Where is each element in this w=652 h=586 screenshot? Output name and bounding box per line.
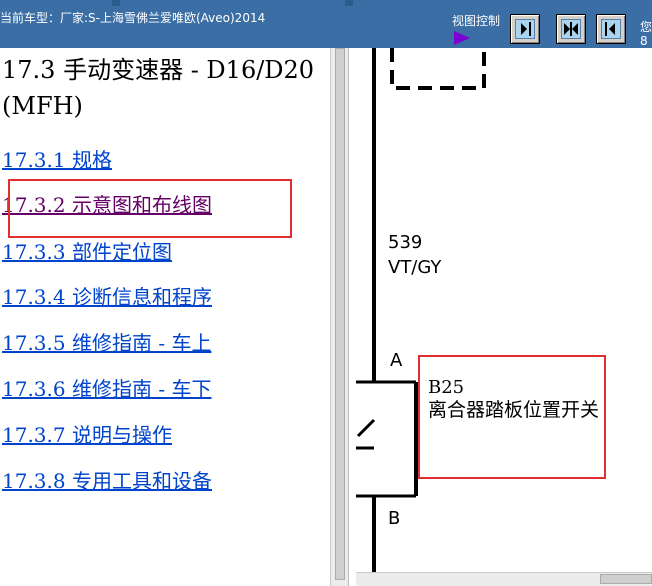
tab-edge <box>112 0 120 6</box>
current-car-model: 当前车型：厂家:S-上海雪佛兰爱唯欧(Aveo)2014 <box>0 11 266 25</box>
edge-glyph-2: 8 <box>640 34 648 48</box>
toc-link-description-operation[interactable]: 17.3.7 说明与操作 <box>2 419 172 448</box>
toc-link-repair-off-vehicle[interactable]: 17.3.6 维修指南 - 车下 <box>2 373 211 402</box>
diagram-scroll-thumb[interactable] <box>600 574 652 584</box>
switch-contact <box>356 418 376 438</box>
toc-link-repair-on-vehicle[interactable]: 17.3.5 维修指南 - 车上 <box>2 327 211 356</box>
chapter-title: 17.3 手动变速器 - D16/D20 (MFH) <box>2 56 315 120</box>
view-control-label: 视图控制 <box>452 14 501 28</box>
edge-text: 您 8 <box>640 20 652 48</box>
dock-left-glyph <box>605 22 615 36</box>
pane-splitter[interactable] <box>348 48 356 586</box>
toc-link-diagnostics[interactable]: 17.3.4 诊断信息和程序 <box>2 281 212 310</box>
toc-pane: 17.3 手动变速器 - D16/D20 (MFH) 17.3.1 规格 17.… <box>0 48 330 586</box>
component-name: 离合器踏板位置开关 <box>428 399 600 421</box>
highlight-box <box>8 179 292 238</box>
wire-number: 539 <box>388 232 423 253</box>
pin-b-label: B <box>388 508 401 529</box>
dock-left-button[interactable] <box>596 14 626 44</box>
split-view-glyph <box>564 22 578 36</box>
toc-link-specs[interactable]: 17.3.1 规格 <box>2 144 112 173</box>
toc-link-special-tools[interactable]: 17.3.8 专用工具和设备 <box>2 465 212 494</box>
play-arrow-icon[interactable] <box>454 31 470 45</box>
pin-a-label: A <box>390 350 403 371</box>
tab-edge <box>345 0 353 6</box>
toc-link-component-locator[interactable]: 17.3.3 部件定位图 <box>2 236 172 265</box>
wiring-diagram <box>356 48 486 586</box>
component-id: B25 <box>428 377 465 398</box>
toc-scroll-thumb[interactable] <box>335 48 345 580</box>
top-toolbar: 当前车型：厂家:S-上海雪佛兰爱唯欧(Aveo)2014 视图控制 您 8 <box>0 0 652 48</box>
wire-color: VT/GY <box>388 257 442 278</box>
dock-right-glyph <box>521 22 531 36</box>
dock-right-button[interactable] <box>510 14 540 44</box>
split-view-button[interactable] <box>556 14 586 44</box>
edge-glyph-1: 您 <box>640 20 652 34</box>
dashed-component-boundary <box>390 48 486 90</box>
